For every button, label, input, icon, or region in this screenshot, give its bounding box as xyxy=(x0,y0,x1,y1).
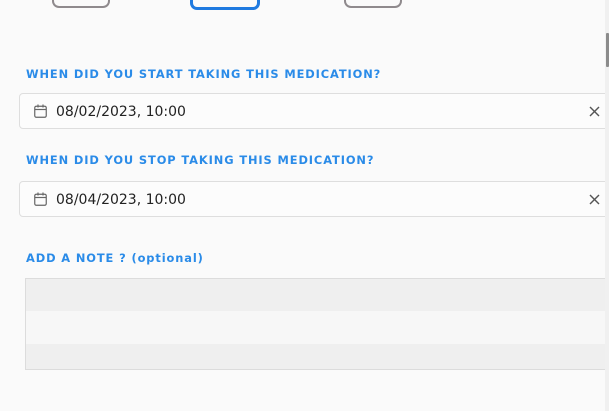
option-tab-right[interactable] xyxy=(344,0,402,8)
calendar-icon xyxy=(34,104,47,118)
option-tab-left[interactable] xyxy=(52,0,110,8)
stop-date-input[interactable]: 08/04/2023, 10:00 xyxy=(19,181,609,217)
option-tab-selected[interactable] xyxy=(190,0,260,10)
stop-date-value: 08/04/2023, 10:00 xyxy=(56,192,186,208)
start-date-label: WHEN DID YOU START TAKING THIS MEDICATIO… xyxy=(26,67,382,81)
note-line xyxy=(26,279,609,311)
calendar-icon xyxy=(34,192,47,206)
medication-form: WHEN DID YOU START TAKING THIS MEDICATIO… xyxy=(0,0,609,411)
start-date-input[interactable]: 08/02/2023, 10:00 xyxy=(19,93,609,129)
close-icon[interactable] xyxy=(589,194,600,205)
vertical-scrollbar[interactable] xyxy=(605,0,609,411)
stop-date-label: WHEN DID YOU STOP TAKING THIS MEDICATION… xyxy=(26,153,375,167)
note-line xyxy=(26,344,609,369)
note-label: ADD A NOTE ? (optional) xyxy=(26,251,204,265)
note-line xyxy=(26,311,609,344)
note-textarea[interactable] xyxy=(25,278,609,370)
start-date-value: 08/02/2023, 10:00 xyxy=(56,104,186,120)
close-icon[interactable] xyxy=(589,106,600,117)
